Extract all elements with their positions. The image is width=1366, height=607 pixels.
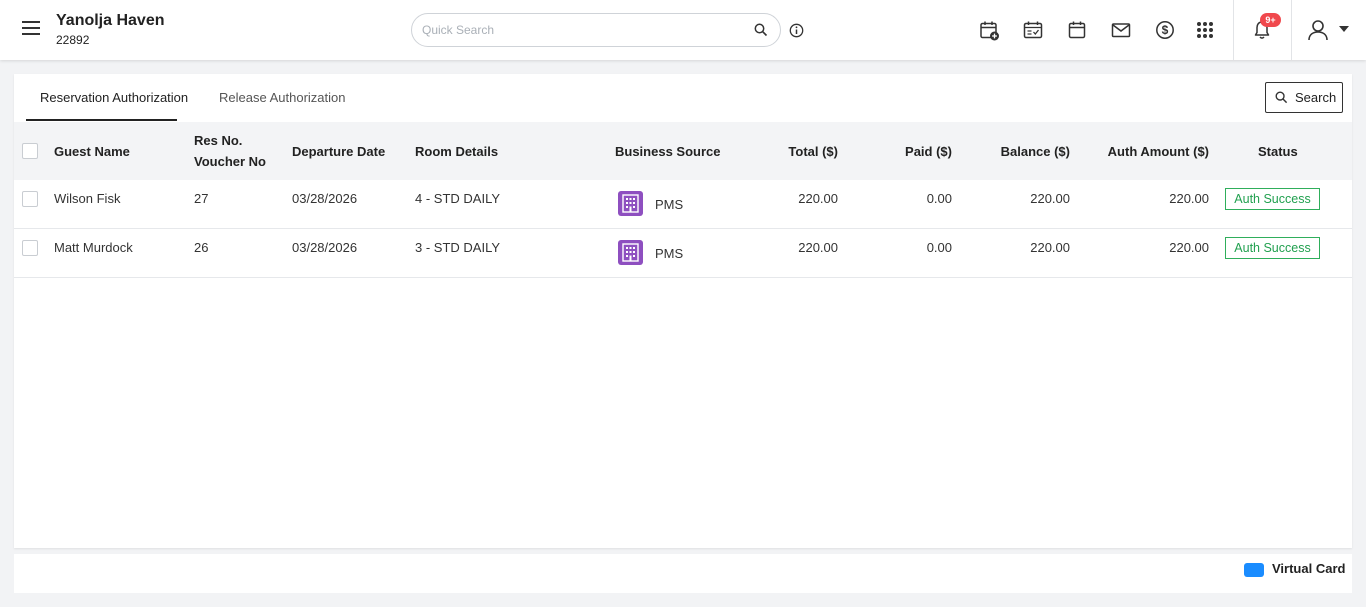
authorization-panel: Reservation Authorization Release Author…	[14, 74, 1352, 548]
calendar-check-icon[interactable]	[1022, 19, 1044, 41]
tab-release-authorization[interactable]: Release Authorization	[219, 74, 345, 122]
property-id: 22892	[56, 33, 90, 47]
col-business-source[interactable]: Business Source	[615, 144, 721, 159]
legend-footer: Virtual Card	[14, 554, 1352, 593]
search-icon	[1275, 91, 1288, 104]
departure-date: 03/28/2026	[292, 240, 358, 255]
calendar-icon[interactable]	[1066, 19, 1088, 41]
col-departure-date[interactable]: Departure Date	[292, 144, 385, 159]
col-guest-name[interactable]: Guest Name	[54, 144, 130, 159]
auth-amount: 220.00	[1169, 240, 1209, 255]
room-details: 4 - STD DAILY	[415, 191, 501, 206]
col-total[interactable]: Total ($)	[788, 144, 838, 159]
col-balance[interactable]: Balance ($)	[1001, 144, 1070, 159]
virtual-card-swatch	[1244, 563, 1264, 577]
table-row[interactable]: Wilson Fisk 27 03/28/2026 4 - STD DAILY …	[14, 180, 1352, 229]
total-amount: 220.00	[798, 191, 838, 206]
building-icon	[618, 191, 643, 216]
search-icon[interactable]	[754, 23, 768, 37]
business-source: PMS	[655, 197, 684, 212]
table-header: Guest Name Res No. Voucher No Departure …	[14, 122, 1352, 180]
user-menu-chevron-down-icon[interactable]	[1339, 26, 1349, 32]
guest-name: Matt Murdock	[54, 240, 133, 255]
status-badge: Auth Success	[1225, 188, 1320, 210]
col-auth-amount[interactable]: Auth Amount ($)	[1108, 144, 1209, 159]
mail-icon[interactable]	[1110, 19, 1132, 41]
property-name: Yanolja Haven	[56, 12, 165, 29]
active-tab-indicator	[26, 119, 177, 121]
apps-grid-icon[interactable]	[1194, 19, 1216, 41]
balance-amount: 220.00	[1030, 240, 1070, 255]
search-button[interactable]: Search	[1265, 82, 1343, 113]
menu-icon[interactable]	[22, 21, 40, 35]
paid-amount: 0.00	[926, 191, 952, 206]
row-checkbox[interactable]	[22, 191, 38, 207]
departure-date: 03/28/2026	[292, 191, 358, 206]
building-icon	[618, 240, 643, 265]
toolbar-divider	[1233, 0, 1234, 60]
virtual-card-label: Virtual Card	[1272, 561, 1346, 576]
room-details: 3 - STD DAILY	[415, 240, 501, 255]
col-res-no[interactable]: Res No.	[194, 133, 242, 148]
select-all-checkbox[interactable]	[22, 143, 38, 159]
col-voucher-no[interactable]: Voucher No	[194, 154, 266, 169]
balance-amount: 220.00	[1030, 191, 1070, 206]
search-button-label: Search	[1295, 90, 1337, 105]
row-checkbox[interactable]	[22, 240, 38, 256]
quick-search-input[interactable]	[422, 21, 742, 39]
info-icon[interactable]	[789, 23, 804, 38]
quick-search-box	[411, 13, 781, 47]
add-reservation-calendar-icon[interactable]	[978, 19, 1000, 41]
dollar-icon[interactable]: $	[1154, 19, 1176, 41]
toolbar-divider	[1291, 0, 1292, 60]
col-room-details[interactable]: Room Details	[415, 144, 498, 159]
table-row[interactable]: Matt Murdock 26 03/28/2026 3 - STD DAILY…	[14, 229, 1352, 278]
status-badge: Auth Success	[1225, 237, 1320, 259]
user-avatar-icon[interactable]	[1306, 18, 1330, 42]
col-status[interactable]: Status	[1258, 144, 1298, 159]
total-amount: 220.00	[798, 240, 838, 255]
svg-text:$: $	[1162, 23, 1169, 37]
tab-reservation-authorization[interactable]: Reservation Authorization	[40, 74, 188, 122]
top-bar: Yanolja Haven 22892 $ 9+	[0, 0, 1366, 60]
res-no: 27	[194, 191, 209, 206]
paid-amount: 0.00	[926, 240, 952, 255]
col-paid[interactable]: Paid ($)	[905, 144, 952, 159]
guest-name: Wilson Fisk	[54, 191, 121, 206]
notification-badge: 9+	[1260, 13, 1281, 27]
auth-amount: 220.00	[1169, 191, 1209, 206]
business-source: PMS	[655, 246, 684, 261]
res-no: 26	[194, 240, 209, 255]
